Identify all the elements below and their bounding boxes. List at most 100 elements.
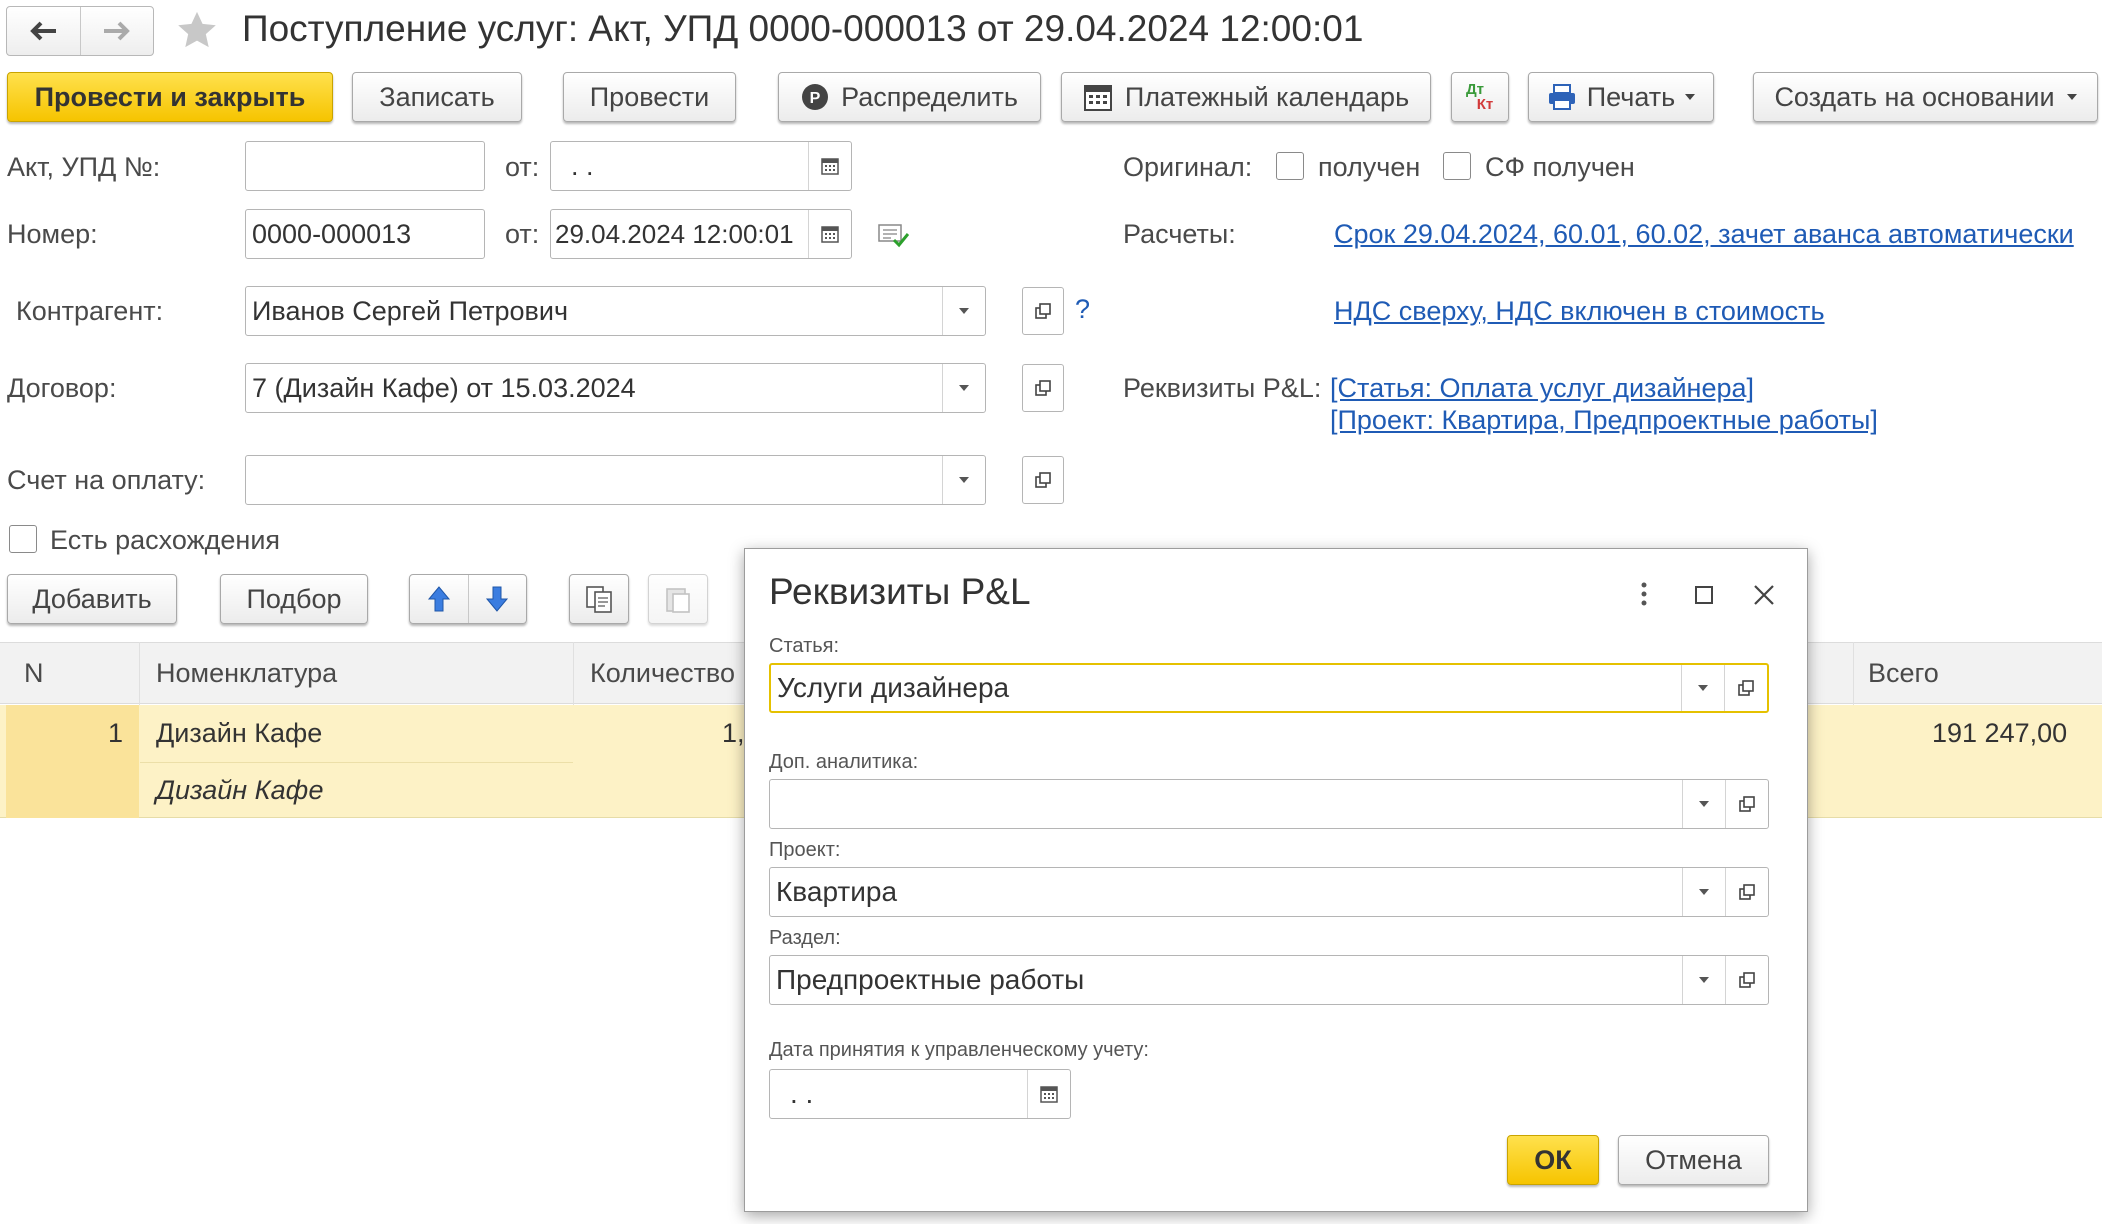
chevron-down-icon[interactable] xyxy=(1682,868,1725,916)
management-date-value: . . xyxy=(790,1078,814,1109)
distribute-button[interactable]: P Распределить xyxy=(778,72,1041,122)
column-header-quantity[interactable]: Количество xyxy=(590,658,735,689)
original-received-checkbox[interactable] xyxy=(1276,152,1304,180)
section-value: Предпроектные работы xyxy=(776,964,1085,995)
favorite-star-icon[interactable] xyxy=(174,8,220,54)
number-value: 0000-000013 xyxy=(252,218,412,249)
calendar-icon[interactable] xyxy=(808,142,851,190)
open-icon[interactable] xyxy=(1022,364,1064,412)
original-received-label: получен xyxy=(1318,152,1421,182)
dt-kt-bottom: Кт xyxy=(1476,96,1494,113)
analytics-field[interactable] xyxy=(769,779,1769,829)
create-based-on-label: Создать на основании xyxy=(1774,81,2055,112)
article-field[interactable]: Услуги дизайнера xyxy=(769,663,1769,713)
window-title: Поступление услуг: Акт, УПД 0000-000013 … xyxy=(242,8,1364,49)
chevron-down-icon xyxy=(2066,94,2077,100)
contract-field[interactable]: 7 (Дизайн Кафе) от 15.03.2024 xyxy=(245,363,986,413)
more-options-icon[interactable] xyxy=(1639,581,1649,607)
row-number: 1 xyxy=(108,718,124,748)
open-icon[interactable] xyxy=(1725,956,1768,1004)
move-buttons xyxy=(409,574,527,624)
printer-icon xyxy=(1548,84,1575,110)
distribute-label: Распределить xyxy=(841,81,1018,112)
number-date-field[interactable]: 29.04.2024 12:00:01 xyxy=(550,209,852,259)
payment-calendar-label: Платежный календарь xyxy=(1124,81,1410,112)
act-number-field[interactable] xyxy=(245,141,485,191)
document-status-icon[interactable] xyxy=(877,222,909,248)
row-total: 191 247,00 xyxy=(1932,718,2068,748)
chevron-down-icon[interactable] xyxy=(942,456,985,504)
maximize-icon[interactable] xyxy=(1694,585,1714,605)
copy-icon xyxy=(586,586,612,613)
cancel-button[interactable]: Отмена xyxy=(1618,1135,1769,1185)
row-item: Дизайн Кафе xyxy=(156,718,323,748)
paste-icon xyxy=(666,588,690,613)
act-date-value: . . xyxy=(571,150,594,181)
open-icon[interactable] xyxy=(1022,287,1064,335)
project-label: Проект: xyxy=(769,839,841,861)
settlements-link[interactable]: Срок 29.04.2024, 60.01, 60.02, зачет ава… xyxy=(1334,219,2074,250)
save-button[interactable]: Записать xyxy=(352,72,522,122)
chevron-down-icon[interactable] xyxy=(1682,956,1725,1004)
sf-received-checkbox[interactable] xyxy=(1443,152,1471,180)
create-based-on-button[interactable]: Создать на основании xyxy=(1753,72,2098,122)
forward-button[interactable] xyxy=(81,7,154,55)
vat-link[interactable]: НДС сверху, НДС включен в стоимость xyxy=(1334,296,1825,327)
number-field[interactable]: 0000-000013 xyxy=(245,209,485,259)
act-number-label: Акт, УПД №: xyxy=(7,152,161,182)
print-button[interactable]: Печать xyxy=(1528,72,1714,122)
invoice-field[interactable] xyxy=(245,455,986,505)
column-header-total[interactable]: Всего xyxy=(1868,658,1939,689)
paste-row-button[interactable] xyxy=(648,574,708,624)
add-row-button[interactable]: Добавить xyxy=(7,574,177,624)
section-label: Раздел: xyxy=(769,927,841,949)
discrepancy-checkbox[interactable] xyxy=(9,525,37,553)
payment-calendar-button[interactable]: Платежный календарь xyxy=(1061,72,1431,122)
number-label: Номер: xyxy=(7,219,98,249)
post-button[interactable]: Провести xyxy=(563,72,736,122)
dt-kt-top: Дт xyxy=(1465,81,1485,98)
contract-value: 7 (Дизайн Кафе) от 15.03.2024 xyxy=(252,372,636,403)
chevron-down-icon[interactable] xyxy=(1681,665,1724,711)
move-down-button[interactable] xyxy=(469,575,527,623)
act-date-label: от: xyxy=(505,152,540,182)
ok-button[interactable]: ОК xyxy=(1507,1135,1599,1185)
calendar-icon[interactable] xyxy=(808,210,851,258)
column-header-n[interactable]: N xyxy=(24,658,44,689)
open-icon[interactable] xyxy=(1725,868,1768,916)
number-date-value: 29.04.2024 12:00:01 xyxy=(555,218,794,249)
management-date-field[interactable]: . . xyxy=(769,1069,1071,1119)
counterparty-value: Иванов Сергей Петрович xyxy=(252,295,569,326)
move-up-button[interactable] xyxy=(410,575,469,623)
chevron-down-icon[interactable] xyxy=(942,364,985,412)
close-icon[interactable] xyxy=(1753,584,1775,606)
chevron-down-icon[interactable] xyxy=(942,287,985,335)
original-label: Оригинал: xyxy=(1123,152,1253,182)
counterparty-label: Контрагент: xyxy=(16,296,164,326)
calendar-icon[interactable] xyxy=(1027,1070,1070,1118)
analytics-label: Доп. аналитика: xyxy=(769,751,919,773)
discrepancy-label: Есть расхождения xyxy=(50,525,281,555)
dt-kt-button[interactable]: Дт Кт xyxy=(1451,72,1509,122)
chevron-down-icon[interactable] xyxy=(1682,780,1725,828)
open-icon[interactable] xyxy=(1022,456,1064,504)
back-button[interactable] xyxy=(7,7,81,55)
help-icon[interactable]: ? xyxy=(1075,294,1090,325)
copy-row-button[interactable] xyxy=(569,574,629,624)
act-date-field[interactable]: . . xyxy=(550,141,852,191)
sf-received-label: СФ получен xyxy=(1485,152,1635,182)
select-button[interactable]: Подбор xyxy=(220,574,368,624)
counterparty-field[interactable]: Иванов Сергей Петрович xyxy=(245,286,986,336)
open-icon[interactable] xyxy=(1724,665,1767,711)
open-icon[interactable] xyxy=(1725,780,1768,828)
arrow-up-icon xyxy=(427,586,450,612)
column-header-item[interactable]: Номенклатура xyxy=(156,658,337,689)
row-divider xyxy=(140,762,573,763)
project-field[interactable]: Квартира xyxy=(769,867,1769,917)
project-value: Квартира xyxy=(776,876,898,907)
svg-text:P: P xyxy=(810,90,821,107)
section-field[interactable]: Предпроектные работы xyxy=(769,955,1769,1005)
pl-project-link[interactable]: [Проект: Квартира, Предпроектные работы] xyxy=(1330,405,1878,436)
pl-article-link[interactable]: [Статья: Оплата услуг дизайнера] xyxy=(1330,373,1754,404)
post-and-close-button[interactable]: Провести и закрыть xyxy=(7,72,333,122)
